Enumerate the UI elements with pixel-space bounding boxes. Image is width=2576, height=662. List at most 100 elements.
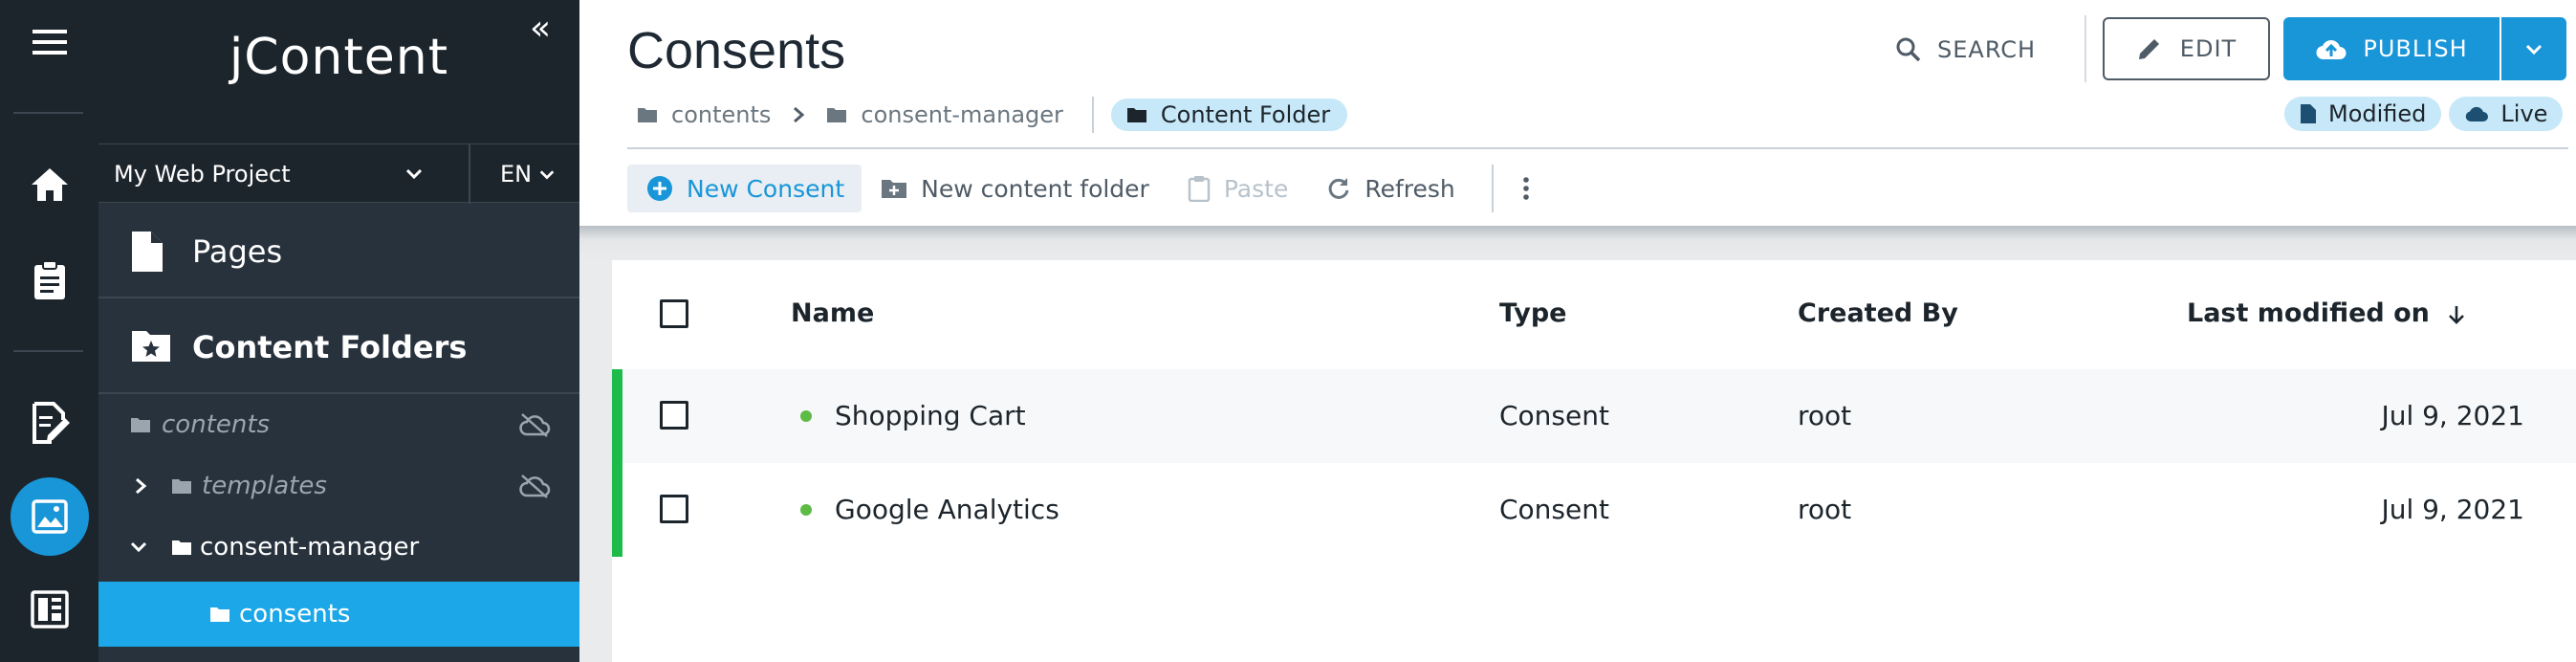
- button-label: New Consent: [687, 174, 845, 203]
- rail-divider: [13, 350, 83, 352]
- toolbar-shadow: [579, 226, 2576, 260]
- cloud-off-icon: [519, 474, 551, 498]
- edit-page-icon[interactable]: [0, 398, 98, 448]
- add-folder-icon: [882, 180, 907, 198]
- chevron-down-icon: [2525, 44, 2543, 55]
- folder-icon: [172, 541, 191, 555]
- breadcrumb-item-contents[interactable]: contents: [637, 101, 771, 128]
- tree-label: consents: [239, 600, 351, 629]
- cell-last-modified: Jul 9, 2021: [2381, 494, 2524, 525]
- paste-button[interactable]: Paste: [1168, 165, 1307, 212]
- chevron-down-icon: [405, 168, 423, 180]
- search-button[interactable]: SEARCH: [1895, 29, 2036, 71]
- new-consent-button[interactable]: New Consent: [627, 165, 862, 212]
- media-icon[interactable]: [0, 477, 98, 556]
- tree-item-contents[interactable]: contents: [98, 394, 579, 455]
- content-sidebar: jContent « My Web Project EN Pages Conte…: [98, 0, 579, 662]
- nav-item-content-folders[interactable]: Content Folders: [98, 300, 579, 394]
- divider: [469, 144, 470, 204]
- divider: [1091, 97, 1094, 133]
- cell-type: Consent: [1499, 400, 1609, 431]
- edit-button[interactable]: EDIT: [2103, 17, 2270, 80]
- breadcrumb-label: consent-manager: [861, 101, 1063, 128]
- folder-icon: [1126, 108, 1146, 122]
- cell-created-by: root: [1798, 494, 1852, 525]
- nav-label-content-folders: Content Folders: [192, 329, 468, 365]
- column-header-type[interactable]: Type: [1499, 260, 1566, 367]
- cloud-off-icon: [519, 413, 551, 437]
- chevron-right-icon[interactable]: [133, 476, 148, 496]
- folder-icon: [210, 607, 229, 622]
- menu-icon[interactable]: [0, 21, 98, 63]
- status-badge-modified: Modified: [2284, 97, 2442, 131]
- status-chips: Modified Live: [2284, 97, 2564, 131]
- clipboard-icon[interactable]: [0, 256, 98, 304]
- folder-icon: [131, 418, 150, 432]
- add-circle-icon: [647, 176, 672, 201]
- project-selector[interactable]: My Web Project EN: [98, 143, 579, 204]
- table-row[interactable]: Shopping Cart Consent root Jul 9, 2021: [612, 369, 2576, 463]
- breadcrumb: contents consent-manager Content Folder: [637, 96, 1348, 134]
- status-badge-live: Live: [2449, 97, 2564, 131]
- search-label: SEARCH: [1937, 36, 2037, 63]
- chevron-down-icon: [539, 170, 555, 180]
- cell-name: Shopping Cart: [835, 400, 1026, 431]
- collapse-sidebar-icon[interactable]: «: [530, 11, 551, 46]
- dashboard-icon[interactable]: [0, 585, 98, 633]
- column-header-name[interactable]: Name: [791, 260, 874, 367]
- content-type-chip: Content Folder: [1110, 99, 1348, 131]
- row-checkbox[interactable]: [660, 401, 688, 430]
- breadcrumb-item-consent-manager[interactable]: consent-manager: [826, 101, 1063, 128]
- column-header-last-modified[interactable]: Last modified on: [2187, 260, 2467, 367]
- main-content: Consents SEARCH EDIT PUBLISH contents co…: [579, 0, 2576, 662]
- page-title: Consents: [627, 22, 846, 79]
- divider: [2085, 15, 2086, 82]
- chevron-down-icon[interactable]: [129, 538, 148, 557]
- table-header: Name Type Created By Last modified on: [612, 260, 2576, 367]
- button-label: Refresh: [1364, 174, 1455, 203]
- rail-divider: [13, 112, 83, 114]
- refresh-button[interactable]: Refresh: [1307, 165, 1474, 212]
- cell-name: Google Analytics: [835, 494, 1059, 525]
- row-status-marker: [612, 369, 622, 557]
- publish-button[interactable]: PUBLISH: [2283, 17, 2500, 80]
- tree-item-templates[interactable]: templates: [98, 455, 579, 517]
- home-icon[interactable]: [0, 161, 98, 209]
- select-all-checkbox[interactable]: [660, 299, 688, 328]
- search-icon: [1896, 37, 1921, 62]
- more-vertical-icon: [1522, 177, 1529, 200]
- nav-item-pages[interactable]: Pages: [98, 205, 579, 298]
- folder-icon: [638, 108, 657, 122]
- language-selector[interactable]: EN: [500, 144, 532, 204]
- publish-label: PUBLISH: [2363, 35, 2468, 62]
- page-icon: [132, 232, 163, 272]
- file-icon: [2301, 104, 2316, 123]
- column-header-created-by[interactable]: Created By: [1798, 260, 1958, 367]
- publish-menu-button[interactable]: [2501, 17, 2566, 80]
- header-divider: [627, 147, 2568, 149]
- refresh-icon: [1328, 178, 1349, 199]
- new-content-folder-button[interactable]: New content folder: [862, 165, 1168, 212]
- button-label: Paste: [1223, 174, 1289, 203]
- cell-last-modified: Jul 9, 2021: [2381, 400, 2524, 431]
- row-checkbox[interactable]: [660, 495, 688, 523]
- clipboard-icon: [1188, 176, 1211, 202]
- table-row[interactable]: Google Analytics Consent root Jul 9, 202…: [612, 463, 2576, 557]
- cloud-upload-icon: [2316, 39, 2347, 60]
- chip-label: Content Folder: [1160, 101, 1331, 128]
- tree-item-consent-manager[interactable]: consent-manager: [98, 517, 579, 578]
- published-status-dot: [800, 410, 812, 422]
- pencil-icon: [2138, 39, 2159, 59]
- divider: [1491, 165, 1494, 212]
- status-label: Live: [2500, 100, 2548, 127]
- brand-header: jContent «: [98, 0, 579, 143]
- status-label: Modified: [2328, 100, 2427, 127]
- folder-icon: [827, 108, 847, 122]
- more-actions-button[interactable]: [1511, 165, 1555, 212]
- nav-label-pages: Pages: [192, 233, 283, 270]
- primary-nav-rail: [0, 0, 98, 662]
- tree-item-consents[interactable]: consents: [98, 582, 579, 647]
- starred-folder-icon: [132, 331, 170, 362]
- arrow-down-icon: [2449, 305, 2465, 324]
- cell-created-by: root: [1798, 400, 1852, 431]
